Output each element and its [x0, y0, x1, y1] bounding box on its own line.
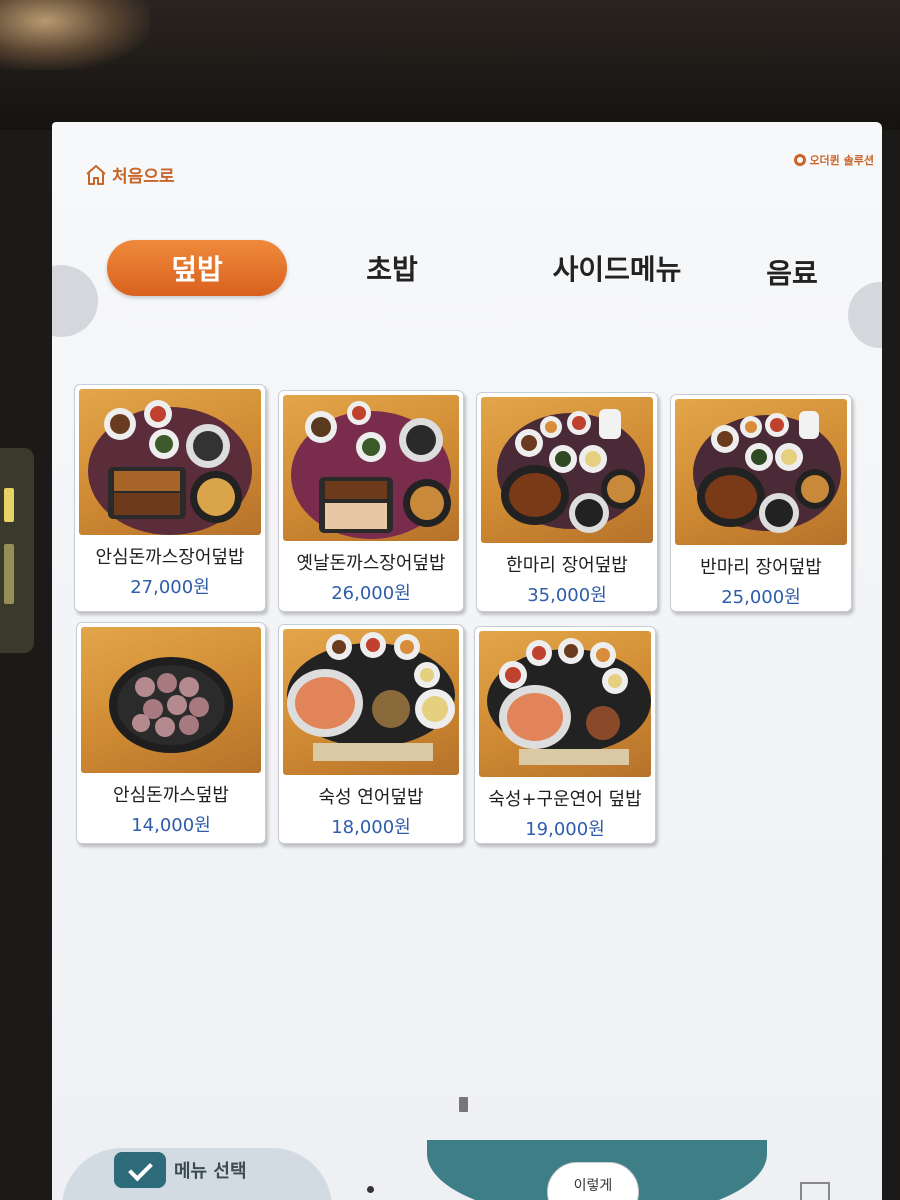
tab-label: 사이드메뉴 — [552, 253, 682, 286]
menu-item-name: 안심돈까스덮밥 — [113, 785, 229, 806]
menu-item-name: 옛날돈까스장어덮밥 — [296, 553, 446, 574]
aged-salmon-bowl-photo — [283, 629, 459, 775]
tab-drinks[interactable]: 음료 — [747, 244, 837, 300]
menu-item-name: 반마리 장어덮밥 — [700, 557, 822, 578]
check-icon — [114, 1152, 166, 1188]
menu-item-card[interactable]: 한마리 장어덮밥 35,000원 — [476, 392, 658, 612]
menu-item-name: 안심돈까스장어덮밥 — [95, 547, 245, 568]
side-sign-mark — [4, 544, 14, 604]
home-label: 처음으로 — [112, 167, 175, 187]
kiosk-screen: 처음으로 오더퀸 솔루션 덮밥 초밥 사이드메뉴 음료 안심돈까스장어덮밥 27… — [52, 122, 882, 1200]
menu-item-card[interactable]: 숙성+구운연어 덮밥 19,000원 — [474, 626, 656, 844]
tab-side-menu[interactable]: 사이드메뉴 — [527, 240, 707, 296]
menu-item-price: 27,000원 — [130, 577, 210, 598]
half-eel-bowl-photo — [675, 399, 847, 545]
menu-item-price: 14,000원 — [131, 815, 211, 836]
how-to-button[interactable]: 이렇게 — [547, 1162, 639, 1200]
tab-chobap[interactable]: 초밥 — [342, 240, 442, 296]
ceiling-lamp — [0, 0, 150, 70]
menu-item-card[interactable]: 안심돈까스덮밥 14,000원 — [76, 622, 266, 844]
tab-deopbap[interactable]: 덮밥 — [107, 240, 287, 296]
menu-item-card[interactable]: 옛날돈까스장어덮밥 26,000원 — [278, 390, 464, 612]
whole-eel-bowl-photo — [481, 397, 653, 543]
brand-label: 오더퀸 솔루션 — [809, 154, 874, 167]
menu-item-card[interactable]: 반마리 장어덮밥 25,000원 — [670, 394, 852, 612]
brand-icon — [794, 154, 807, 166]
menu-item-name: 한마리 장어덮밥 — [506, 555, 628, 576]
menu-item-price: 19,000원 — [525, 819, 605, 840]
side-sign — [0, 448, 34, 653]
tab-label: 초밥 — [366, 253, 418, 286]
menu-item-name: 숙성 연어덮밥 — [318, 787, 424, 808]
menu-item-card[interactable]: 숙성 연어덮밥 18,000원 — [278, 624, 464, 844]
cutlet-eel-set-photo — [79, 389, 261, 535]
brand-logo: 오더퀸 솔루션 — [794, 152, 874, 168]
step-menu-select[interactable]: 메뉴 선택 — [114, 1152, 247, 1188]
category-tabs: 덮밥 초밥 사이드메뉴 음료 — [107, 240, 818, 300]
menu-item-price: 26,000원 — [331, 583, 411, 604]
prev-page-button[interactable] — [52, 265, 98, 337]
page-indicator — [459, 1097, 468, 1112]
next-page-button[interactable] — [848, 282, 882, 348]
old-style-cutlet-eel-set-photo — [283, 395, 459, 541]
aged-grilled-salmon-bowl-photo — [479, 631, 651, 777]
side-sign-mark — [4, 488, 14, 522]
tab-label: 덮밥 — [171, 253, 223, 286]
step-label: 메뉴 선택 — [174, 1161, 247, 1182]
bag-icon[interactable] — [800, 1182, 830, 1200]
menu-item-card[interactable]: 안심돈까스장어덮밥 27,000원 — [74, 384, 266, 612]
how-to-label: 이렇게 — [573, 1178, 613, 1194]
menu-item-name: 숙성+구운연어 덮밥 — [488, 789, 642, 810]
menu-item-price: 35,000원 — [527, 585, 607, 606]
menu-item-price: 25,000원 — [721, 587, 801, 608]
step-dot — [367, 1186, 374, 1193]
home-button[interactable]: 처음으로 — [84, 162, 175, 187]
home-icon — [86, 164, 106, 185]
tenderloin-cutlet-bowl-photo — [81, 627, 261, 773]
tab-label: 음료 — [766, 257, 818, 290]
menu-item-price: 18,000원 — [331, 817, 411, 838]
